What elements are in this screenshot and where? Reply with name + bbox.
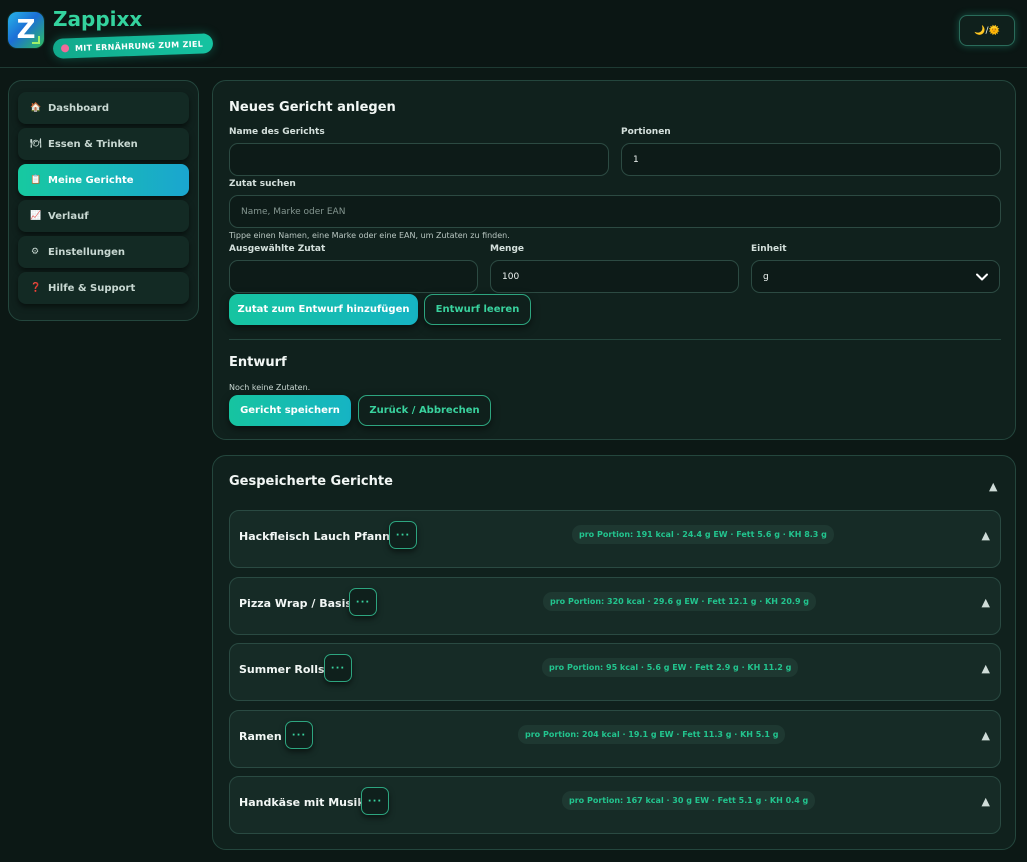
more-options-button[interactable]: ···	[324, 654, 352, 682]
amount-label: Menge	[490, 244, 525, 254]
dish-item[interactable]: Pizza Wrap / Basis ··· pro Portion: 320 …	[229, 577, 1001, 635]
dish-item[interactable]: Handkäse mit Musik ··· pro Portion: 167 …	[229, 776, 1001, 834]
sidebar-item-dashboard[interactable]: 🏠 Dashboard	[18, 92, 189, 124]
ingredient-search-input[interactable]: Name, Marke oder EAN	[229, 195, 1001, 228]
sidebar-item-label: Hilfe & Support	[48, 282, 136, 294]
sidebar-item-label: Einstellungen	[48, 246, 126, 258]
selected-ingredient-label: Ausgewählte Zutat	[229, 244, 326, 254]
chevron-down-icon	[976, 273, 988, 281]
unit-label: Einheit	[751, 244, 787, 254]
more-options-button[interactable]: ···	[285, 721, 313, 749]
question-icon: ❓	[30, 283, 42, 293]
sidebar-item-meine-gerichte[interactable]: 📋 Meine Gerichte	[18, 164, 189, 196]
more-options-button[interactable]: ···	[349, 588, 377, 616]
nutrition-summary-badge: pro Portion: 95 kcal · 5.6 g EW · Fett 2…	[542, 658, 799, 677]
nutrition-summary-badge: pro Portion: 320 kcal · 29.6 g EW · Fett…	[543, 592, 817, 611]
dish-name: Summer Rolls	[239, 662, 325, 676]
sidebar-item-label: Meine Gerichte	[48, 174, 134, 186]
clipboard-icon: 📋	[30, 175, 42, 185]
chart-icon: 📈	[30, 211, 42, 221]
amount-input[interactable]: 100	[490, 260, 739, 293]
app-name: Zappixx	[53, 7, 143, 31]
expand-toggle-icon[interactable]: ▲	[982, 729, 990, 742]
gear-icon: ⚙	[30, 247, 40, 257]
more-options-button[interactable]: ···	[389, 521, 417, 549]
expand-toggle-icon[interactable]: ▲	[982, 596, 990, 609]
dish-name: Handkäse mit Musik	[239, 795, 365, 809]
draft-title: Entwurf	[229, 355, 287, 370]
sidebar-item-label: Essen & Trinken	[48, 138, 138, 150]
dish-item[interactable]: Ramen ··· pro Portion: 204 kcal · 19.1 g…	[229, 710, 1001, 768]
portions-label: Portionen	[621, 127, 671, 137]
nutrition-summary-badge: pro Portion: 167 kcal · 30 g EW · Fett 5…	[562, 791, 816, 810]
expand-toggle-icon[interactable]: ▲	[982, 662, 990, 675]
dish-name: Ramen	[239, 729, 282, 743]
sidebar: 🏠 Dashboard 🍽 Essen & Trinken 📋 Meine Ge…	[8, 80, 199, 321]
draft-empty-text: Noch keine Zutaten.	[229, 383, 311, 392]
new-dish-card: Neues Gericht anlegen Name des Gerichts …	[212, 80, 1016, 440]
dish-name: Pizza Wrap / Basis	[239, 596, 352, 610]
sidebar-item-essen-trinken[interactable]: 🍽 Essen & Trinken	[18, 128, 189, 160]
collapse-icon[interactable]: ▲	[989, 480, 997, 493]
expand-toggle-icon[interactable]: ▲	[982, 529, 990, 542]
add-ingredient-button[interactable]: Zutat zum Entwurf hinzufügen	[229, 294, 418, 325]
selected-ingredient-field[interactable]	[229, 260, 478, 293]
save-dish-button[interactable]: Gericht speichern	[229, 395, 351, 426]
sidebar-item-label: Verlauf	[48, 210, 89, 222]
dish-name-input[interactable]	[229, 143, 609, 176]
unit-select-value: g	[763, 271, 769, 282]
tagline-badge: MIT ERNÄHRUNG ZUM ZIEL	[52, 33, 214, 59]
theme-toggle-button[interactable]: 🌙/🌞	[959, 15, 1015, 46]
dish-item[interactable]: Hackfleisch Lauch Pfanne ··· pro Portion…	[229, 510, 1001, 568]
portions-input[interactable]: 1	[621, 143, 1001, 176]
dish-item[interactable]: Summer Rolls ··· pro Portion: 95 kcal · …	[229, 643, 1001, 701]
ingredient-search-label: Zutat suchen	[229, 179, 296, 189]
saved-dishes-title: Gespeicherte Gerichte	[229, 474, 393, 489]
section-divider	[229, 339, 1001, 340]
home-icon: 🏠	[30, 103, 42, 113]
nutrition-summary-badge: pro Portion: 191 kcal · 24.4 g EW · Fett…	[572, 525, 834, 544]
app-logo[interactable]: Z	[8, 12, 44, 48]
sidebar-item-hilfe-support[interactable]: ❓ Hilfe & Support	[18, 272, 189, 304]
nutrition-summary-badge: pro Portion: 204 kcal · 19.1 g EW · Fett…	[518, 725, 786, 744]
cancel-button[interactable]: Zurück / Abbrechen	[358, 395, 491, 426]
plate-icon: 🍽	[30, 139, 42, 149]
sidebar-item-einstellungen[interactable]: ⚙ Einstellungen	[18, 236, 189, 268]
dish-name-label: Name des Gerichts	[229, 127, 325, 137]
logo-chart-icon	[32, 36, 40, 44]
tagline-text: MIT ERNÄHRUNG ZUM ZIEL	[74, 39, 204, 53]
more-options-button[interactable]: ···	[361, 787, 389, 815]
app-header: Z Zappixx MIT ERNÄHRUNG ZUM ZIEL 🌙/🌞	[0, 0, 1027, 68]
sidebar-item-verlauf[interactable]: 📈 Verlauf	[18, 200, 189, 232]
dish-name: Hackfleisch Lauch Pfanne	[239, 529, 398, 543]
tagline-dot-icon	[60, 44, 70, 53]
clear-draft-button[interactable]: Entwurf leeren	[424, 294, 531, 325]
ingredient-search-hint: Tippe einen Namen, eine Marke oder eine …	[229, 231, 510, 240]
expand-toggle-icon[interactable]: ▲	[982, 795, 990, 808]
sidebar-item-label: Dashboard	[48, 102, 109, 114]
unit-select[interactable]: g	[751, 260, 1000, 293]
new-dish-title: Neues Gericht anlegen	[229, 100, 396, 115]
saved-dishes-card: Gespeicherte Gerichte ▲ Hackfleisch Lauc…	[212, 455, 1016, 850]
